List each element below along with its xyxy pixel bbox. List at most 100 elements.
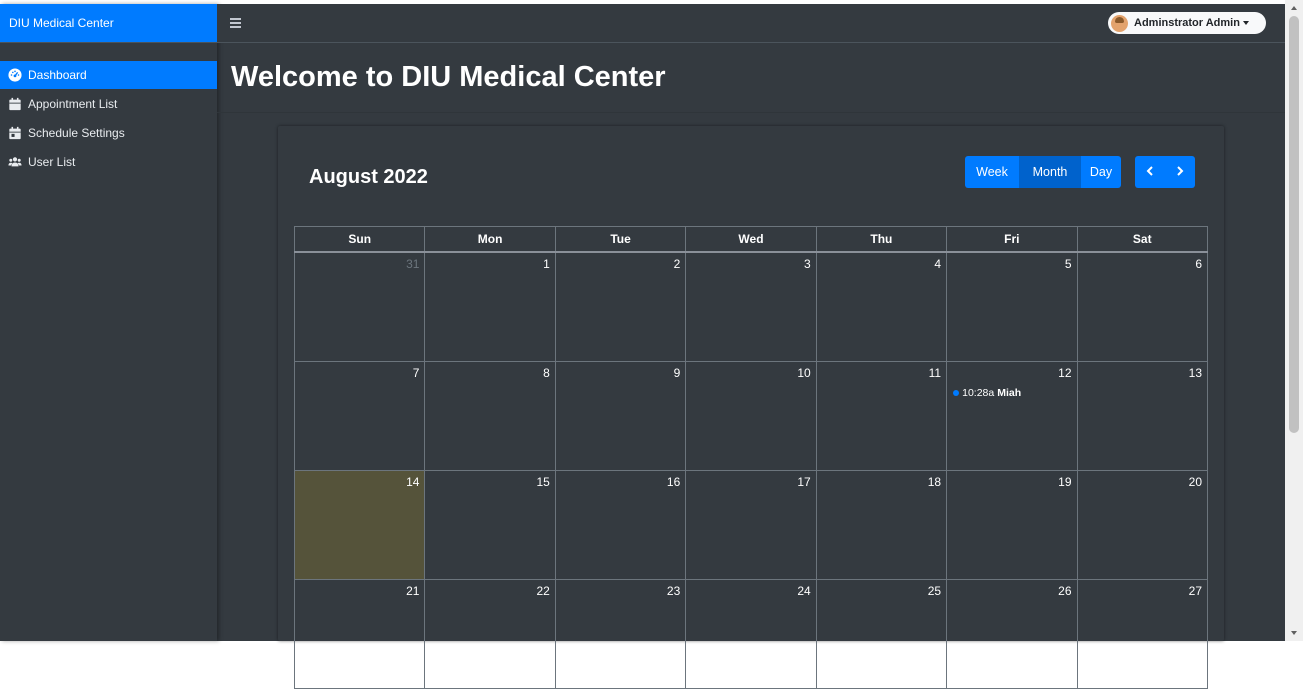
sidebar-item-label: Dashboard: [28, 68, 87, 82]
scroll-down-icon[interactable]: [1291, 631, 1297, 635]
page-title: Welcome to DIU Medical Center: [231, 61, 666, 93]
day-number: 27: [1188, 584, 1202, 598]
scrollbar-thumb[interactable]: [1289, 16, 1299, 433]
sidebar-divider: [0, 42, 217, 43]
day-number: 24: [797, 584, 811, 598]
day-cell[interactable]: 12 10:28a Miah: [946, 361, 1078, 471]
calendar-event[interactable]: 10:28a Miah: [953, 387, 1076, 399]
week-row: 14 15 16 17 18 19 20: [293, 470, 1209, 580]
weekday-header: Sat: [1076, 226, 1209, 253]
sidebar-item-label: Appointment List: [28, 97, 118, 111]
day-number: 13: [1188, 366, 1202, 380]
day-cell[interactable]: 24: [685, 579, 817, 689]
day-cell[interactable]: 31: [293, 251, 426, 362]
calendar-icon: [9, 97, 21, 111]
day-cell[interactable]: 18: [815, 470, 948, 580]
day-cell-today[interactable]: 14: [293, 470, 426, 580]
day-cell[interactable]: 11: [815, 361, 948, 471]
day-cell[interactable]: 3: [685, 251, 817, 362]
day-cell[interactable]: 10: [685, 361, 817, 471]
day-number: 15: [536, 475, 550, 489]
day-cell[interactable]: 6: [1076, 251, 1209, 362]
tachometer-icon: [8, 68, 22, 82]
day-number: 22: [536, 584, 550, 598]
content-header-divider: [217, 112, 1285, 113]
day-cell[interactable]: 8: [424, 361, 556, 471]
weekday-header: Fri: [946, 226, 1078, 253]
day-cell[interactable]: 7: [293, 361, 426, 471]
event-title: Miah: [997, 387, 1022, 399]
weekday-header: Sun: [293, 226, 426, 253]
user-name: Adminstrator Admin: [1134, 17, 1240, 29]
day-number: 1: [543, 257, 550, 271]
next-month-button[interactable]: [1165, 156, 1195, 188]
day-number: 11: [928, 366, 942, 380]
calendar-nav-group: [1135, 156, 1195, 188]
day-view-button[interactable]: Day: [1081, 156, 1121, 188]
day-cell[interactable]: 25: [815, 579, 948, 689]
day-number: 7: [412, 366, 420, 380]
view-toggle-group: Week Month Day: [965, 156, 1121, 188]
sidebar-item-label: Schedule Settings: [28, 126, 125, 140]
page-scrollbar[interactable]: [1285, 0, 1303, 641]
day-cell[interactable]: 21: [293, 579, 426, 689]
sidebar-item-label: User List: [28, 155, 76, 169]
day-number: 8: [543, 366, 550, 380]
month-view-button[interactable]: Month: [1019, 156, 1081, 188]
day-cell[interactable]: 16: [554, 470, 687, 580]
weekday-header: Thu: [815, 226, 948, 253]
day-cell[interactable]: 19: [946, 470, 1078, 580]
day-cell[interactable]: 22: [424, 579, 556, 689]
sidebar-item-dashboard[interactable]: Dashboard: [0, 61, 217, 89]
day-number: 17: [797, 475, 811, 489]
day-number: 31: [406, 257, 420, 271]
event-dot: [953, 390, 960, 396]
week-row: 31 1 2 3 4 5 6: [293, 251, 1209, 362]
prev-month-button[interactable]: [1135, 156, 1165, 188]
day-number: 16: [666, 475, 681, 489]
sidebar-item-appointment-list[interactable]: Appointment List: [0, 90, 217, 118]
day-cell[interactable]: 9: [554, 361, 687, 471]
top-navbar: Adminstrator Admin: [217, 4, 1285, 43]
calendar-day-icon: [9, 126, 21, 140]
day-number: 25: [927, 584, 942, 598]
day-cell[interactable]: 15: [424, 470, 556, 580]
day-cell[interactable]: 13: [1076, 361, 1209, 471]
day-number: 19: [1058, 475, 1072, 489]
day-number: 10: [797, 366, 811, 380]
weekday-header-row: Sun Mon Tue Wed Thu Fri Sat: [293, 226, 1209, 253]
sidebar-item-user-list[interactable]: User List: [0, 148, 217, 176]
week-view-button[interactable]: Week: [965, 156, 1019, 188]
month-calendar: Sun Mon Tue Wed Thu Fri Sat 31 1 2 3 4 5…: [293, 226, 1209, 689]
sidebar-nav: Dashboard Appointment List Schedule Sett…: [0, 61, 217, 177]
day-number: 20: [1188, 475, 1202, 489]
day-cell[interactable]: 27: [1076, 579, 1209, 689]
day-number: 9: [673, 366, 681, 380]
day-cell[interactable]: 23: [554, 579, 687, 689]
sidebar: DIU Medical Center Dashboard Appointment: [0, 4, 217, 641]
day-number: 21: [406, 584, 420, 598]
sidebar-item-schedule-settings[interactable]: Schedule Settings: [0, 119, 217, 147]
scroll-up-icon[interactable]: [1291, 6, 1297, 10]
calendar-title: August 2022: [309, 166, 428, 188]
day-cell[interactable]: 26: [946, 579, 1078, 689]
day-number: 5: [1064, 257, 1072, 271]
day-cell[interactable]: 5: [946, 251, 1078, 362]
day-number: 2: [673, 257, 681, 271]
users-icon: [8, 157, 22, 167]
day-number: 4: [934, 257, 942, 271]
day-cell[interactable]: 17: [685, 470, 817, 580]
event-time: 10:28a: [962, 387, 995, 399]
hamburger-icon[interactable]: [230, 18, 241, 30]
day-number: 18: [927, 475, 942, 489]
weekday-header: Mon: [424, 226, 556, 253]
user-dropdown[interactable]: Adminstrator Admin: [1108, 12, 1266, 34]
weekday-header: Tue: [554, 226, 687, 253]
day-cell[interactable]: 2: [554, 251, 687, 362]
day-cell[interactable]: 1: [424, 251, 556, 362]
day-number: 3: [804, 257, 811, 271]
day-cell[interactable]: 20: [1076, 470, 1209, 580]
brand-link[interactable]: DIU Medical Center: [0, 4, 217, 42]
day-cell[interactable]: 4: [815, 251, 948, 362]
day-number: 14: [406, 475, 420, 489]
